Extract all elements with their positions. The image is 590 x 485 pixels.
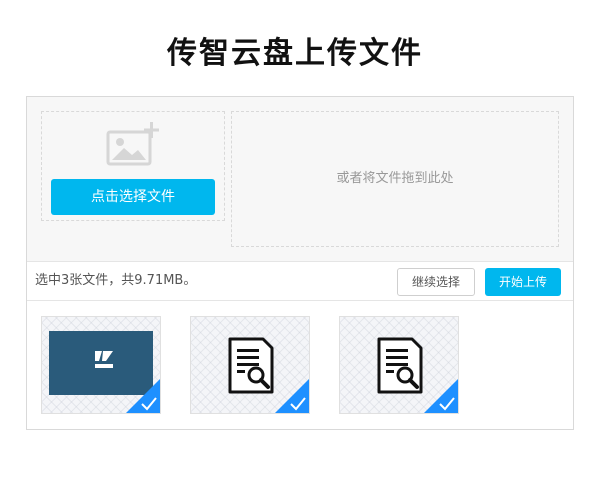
file-picker-area: 点击选择文件 或者将文件拖到此处 [27, 97, 573, 262]
file-thumbnail[interactable] [339, 316, 459, 414]
file-thumbnail[interactable] [190, 316, 310, 414]
status-bar: 选中3张文件，共9.71MB。 继续选择 开始上传 [27, 262, 573, 301]
page-title: 传智云盘上传文件 [167, 36, 423, 71]
checkmark-icon [275, 379, 309, 413]
upload-panel: 点击选择文件 或者将文件拖到此处 选中3张文件，共9.71MB。 继续选择 开始… [26, 96, 574, 430]
cast-logo-icon [95, 351, 113, 368]
file-thumbnail[interactable] [41, 316, 161, 414]
continue-select-button[interactable]: 继续选择 [397, 268, 475, 296]
checkmark-icon [126, 379, 160, 413]
document-search-icon [377, 337, 423, 394]
select-files-button[interactable]: 点击选择文件 [51, 179, 215, 215]
drop-zone[interactable]: 或者将文件拖到此处 [231, 111, 559, 247]
selection-summary: 选中3张文件，共9.71MB。 [35, 273, 197, 288]
add-image-icon [106, 122, 159, 166]
start-upload-button[interactable]: 开始上传 [485, 268, 561, 296]
document-search-icon [228, 337, 274, 394]
pick-box[interactable]: 点击选择文件 [41, 111, 225, 221]
checkmark-icon [424, 379, 458, 413]
